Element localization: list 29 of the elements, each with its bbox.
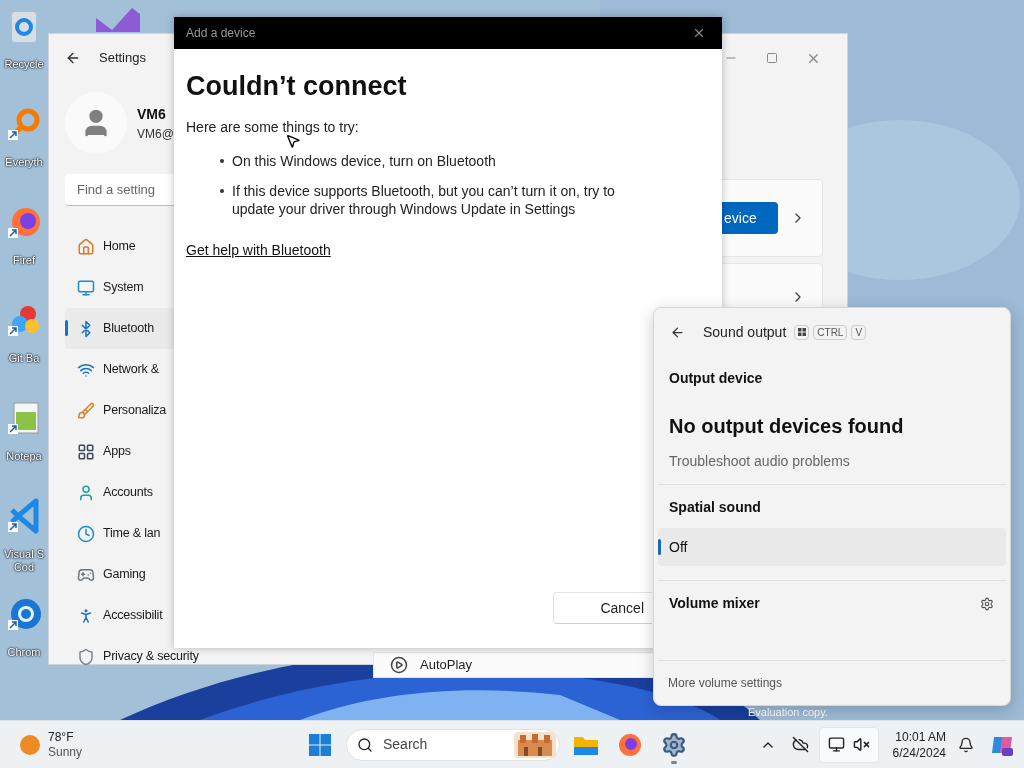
desktop-icon-label: Notepa [6, 450, 42, 463]
section-heading: Volume mixer [669, 594, 760, 613]
desktop-icon-label: Visual S Cod [3, 548, 45, 574]
window-title: Settings [99, 49, 146, 68]
user-name: VM6 [137, 104, 167, 124]
autoplay-label: AutoPlay [420, 656, 473, 675]
tip-text: If this device supports Bluetooth, but you can’t turn it on, try to update your driver through Windows Update in Settings [232, 182, 616, 218]
search-placeholder: Search [383, 735, 428, 754]
desktop-icon-label: Everyth [5, 156, 43, 169]
section-heading: Output device [669, 369, 764, 388]
clock-date: 6/24/2024 [892, 744, 946, 761]
dialog-heading: Couldn’t connect [186, 70, 408, 103]
flyout-title: Sound output [703, 322, 787, 342]
user-email: VM6@ [137, 125, 174, 143]
desktop-icon-label: Firef [13, 254, 35, 267]
dialog-title: Add a device [186, 25, 256, 42]
no-devices-text: No output devices found [669, 414, 905, 439]
watermark-text: Evaluation copy. [748, 706, 828, 719]
clock-time: 10:01 AM [895, 728, 946, 745]
desktop-icon-label: Recycle [4, 58, 44, 71]
tip-text: On this Windows device, turn on Bluetooth [232, 152, 496, 170]
weather-condition: Sunny [48, 744, 83, 760]
desktop-icon-label: Git Ba [8, 352, 40, 365]
key-cap: CTRL [813, 324, 848, 340]
section-heading: Spatial sound [668, 498, 762, 517]
intro-text: Here are some things to try: [186, 118, 360, 137]
desktop-icon-label: Chrom [7, 646, 41, 659]
key-cap: V [851, 324, 867, 340]
temperature: 78°F [48, 729, 75, 745]
